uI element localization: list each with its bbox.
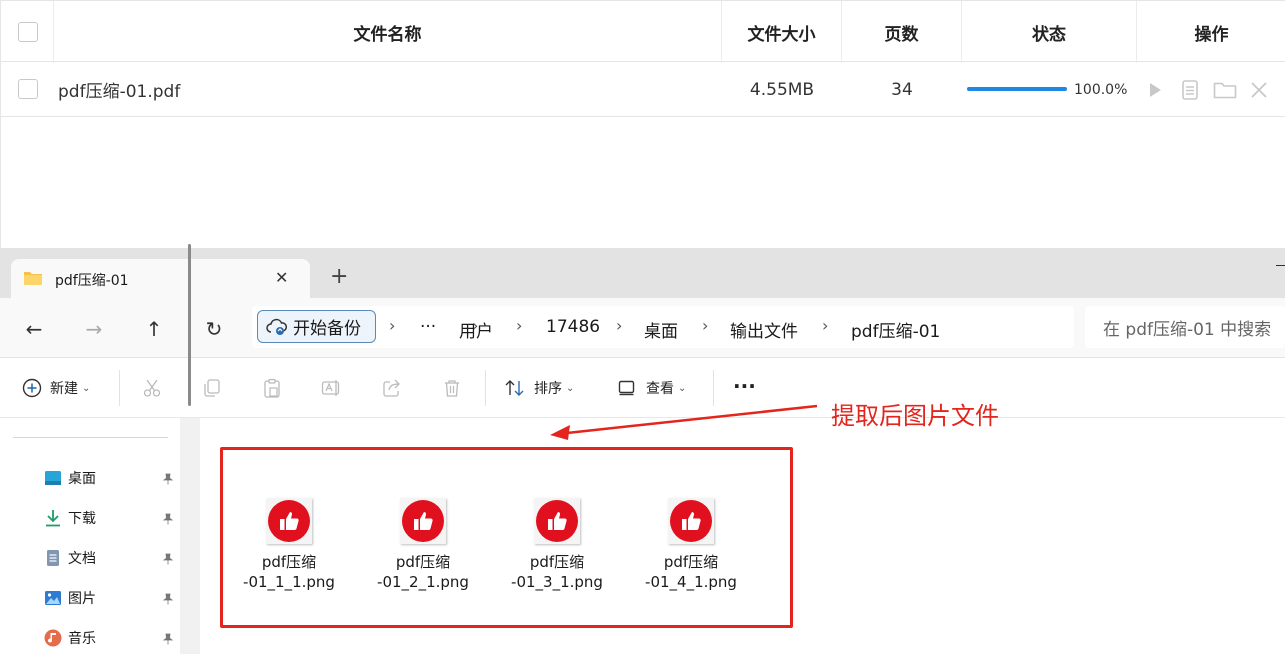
start-backup-label: 开始备份 — [293, 319, 361, 339]
pin-icon[interactable] — [162, 633, 174, 645]
row-page-count: 34 — [891, 79, 913, 100]
chevron-down-icon: ⌄ — [678, 382, 687, 394]
delete-icon[interactable] — [441, 377, 463, 399]
minimize-icon[interactable] — [1276, 265, 1285, 266]
sidebar-scrollbar[interactable] — [180, 418, 200, 654]
progress-bar — [967, 87, 1067, 91]
up-button[interactable]: ↑ — [139, 314, 169, 344]
chevron-down-icon: ⌄ — [82, 382, 91, 394]
sidebar-item-label: 下载 — [68, 511, 96, 527]
breadcrumb-separator: › — [389, 316, 396, 335]
pin-icon[interactable] — [162, 513, 174, 525]
breadcrumb-more[interactable]: ··· — [420, 317, 436, 337]
share-icon[interactable] — [381, 377, 403, 399]
address-bar[interactable]: 开始备份 › ··· › 用户 › 17486 › 桌面 › 输出文件 › pd… — [252, 306, 1074, 348]
column-header-status[interactable]: 状态 — [962, 1, 1137, 63]
view-button-label: 查看 — [646, 381, 674, 397]
sidebar-item-label: 图片 — [68, 591, 96, 607]
more-options-button[interactable]: ··· — [733, 372, 756, 400]
column-header-pages[interactable]: 页数 — [842, 1, 962, 63]
sort-button-label: 排序 — [534, 381, 562, 397]
desktop-icon — [44, 469, 62, 487]
copy-icon[interactable] — [201, 377, 223, 399]
tab-bar: pdf压缩-01 ✕ + — [0, 248, 1285, 298]
sidebar-divider — [13, 437, 168, 438]
row-checkbox[interactable] — [18, 79, 38, 99]
pin-icon[interactable] — [162, 593, 174, 605]
search-input[interactable]: 在 pdf压缩-01 中搜索 — [1085, 306, 1285, 348]
plus-circle-icon — [22, 378, 42, 398]
new-tab-button[interactable]: + — [330, 266, 348, 288]
sidebar-scrollbar-thumb[interactable] — [188, 244, 191, 406]
folder-icon — [23, 270, 43, 290]
select-all-checkbox[interactable] — [18, 22, 38, 42]
folder-icon[interactable] — [1212, 79, 1238, 101]
music-icon — [44, 629, 62, 647]
table-row[interactable]: pdf压缩-01.pdf 4.55MB 34 100.0% — [1, 62, 1285, 117]
view-layout-icon — [618, 380, 636, 396]
sidebar-item-label: 音乐 — [68, 631, 96, 647]
sidebar-item-music[interactable]: 音乐 — [44, 627, 96, 649]
close-tab-icon[interactable]: ✕ — [275, 268, 288, 287]
breadcrumb-separator: › — [702, 316, 709, 335]
row-file-name: pdf压缩-01.pdf — [58, 82, 181, 102]
column-header-name[interactable]: 文件名称 — [53, 1, 722, 63]
navigation-bar: ← → ↑ ↻ 开始备份 › ··· › 用户 › 17486 › 桌面 › 输… — [0, 298, 1285, 358]
table-header: 文件名称 文件大小 页数 状态 操作 — [1, 0, 1285, 63]
pin-icon[interactable] — [162, 473, 174, 485]
close-icon[interactable] — [1248, 79, 1270, 101]
document-icon[interactable] — [1179, 79, 1201, 101]
play-icon[interactable] — [1144, 79, 1166, 101]
column-header-size[interactable]: 文件大小 — [722, 1, 842, 63]
cloud-backup-icon — [266, 318, 288, 336]
new-button[interactable]: 新建 ⌄ — [22, 374, 90, 402]
annotation-arrow — [550, 404, 818, 440]
progress-bar-fill — [967, 87, 1067, 91]
forward-button[interactable]: → — [79, 314, 109, 344]
breadcrumb-users[interactable]: 用户 — [459, 317, 493, 342]
sidebar-item-label: 桌面 — [68, 471, 96, 487]
start-backup-button[interactable]: 开始备份 — [257, 310, 376, 343]
sidebar-item-pictures[interactable]: 图片 — [44, 587, 96, 609]
annotation-label: 提取后图片文件 — [831, 402, 999, 430]
tab-pdf-folder[interactable]: pdf压缩-01 ✕ — [11, 259, 310, 298]
breadcrumb-desktop[interactable]: 桌面 — [644, 317, 678, 342]
new-button-label: 新建 — [50, 381, 78, 397]
chevron-down-icon: ⌄ — [566, 382, 575, 394]
sidebar-item-documents[interactable]: 文档 — [44, 547, 96, 569]
sort-arrows-icon — [504, 378, 526, 398]
breadcrumb-user-id[interactable]: 17486 — [546, 317, 600, 337]
column-header-actions: 操作 — [1194, 24, 1229, 45]
toolbar-divider — [485, 370, 486, 406]
pin-icon[interactable] — [162, 553, 174, 565]
progress-label: 100.0% — [1074, 81, 1128, 98]
row-file-size: 4.55MB — [749, 79, 815, 100]
breadcrumb-output-folder[interactable]: 输出文件 — [730, 317, 798, 342]
sidebar-item-label: 文档 — [68, 551, 96, 567]
paste-icon[interactable] — [261, 377, 283, 399]
breadcrumb-separator: › — [822, 316, 829, 335]
file-table-panel: 文件名称 文件大小 页数 状态 操作 pdf压缩-01.pdf 4.55MB 3… — [0, 0, 1285, 250]
rename-icon[interactable] — [321, 377, 343, 399]
document-icon — [44, 549, 62, 567]
breadcrumb-separator: › — [616, 316, 623, 335]
annotation-highlight-box — [220, 447, 793, 628]
breadcrumb-separator: › — [516, 316, 523, 335]
sidebar-item-desktop[interactable]: 桌面 — [44, 467, 96, 489]
cut-icon[interactable] — [141, 377, 163, 399]
sidebar-item-downloads[interactable]: 下载 — [44, 507, 96, 529]
refresh-button[interactable]: ↻ — [199, 314, 229, 344]
toolbar-divider — [119, 370, 120, 406]
pictures-icon — [44, 589, 62, 607]
back-button[interactable]: ← — [19, 314, 49, 344]
breadcrumb-current-folder[interactable]: pdf压缩-01 — [851, 317, 940, 342]
tab-title: pdf压缩-01 — [55, 273, 129, 289]
download-icon — [44, 509, 62, 527]
navigation-pane: 桌面 下载 文档 图片 音乐 — [0, 418, 180, 654]
